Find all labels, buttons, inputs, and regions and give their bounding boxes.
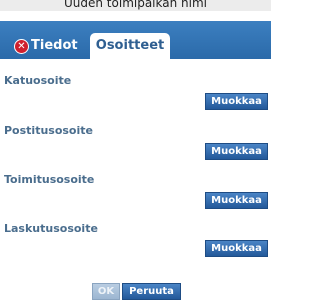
edit-katuosoite-button[interactable]: Muokkaa xyxy=(205,93,268,110)
tab-osoitteet[interactable]: Osoitteet xyxy=(90,33,170,61)
tab-tiedot[interactable]: ✕ Tiedot xyxy=(14,36,78,56)
dialog-title: Uuden toimipaikan nimi xyxy=(64,0,207,10)
dialog-titlebar: Uuden toimipaikan nimi xyxy=(0,0,271,11)
section-label-katuosoite: Katuosoite xyxy=(4,74,72,87)
section-label-toimitusosoite: Toimitusosoite xyxy=(4,173,95,186)
dialog: Uuden toimipaikan nimi ✕ Tiedot Osoittee… xyxy=(0,0,271,306)
edit-toimitusosoite-button[interactable]: Muokkaa xyxy=(205,192,268,209)
edit-laskutusosoite-button[interactable]: Muokkaa xyxy=(205,240,268,257)
tab-tiedot-label: Tiedot xyxy=(31,38,78,53)
ok-button[interactable]: OK xyxy=(92,283,120,300)
tab-osoitteet-label: Osoitteet xyxy=(95,38,165,53)
edit-postitusosoite-button[interactable]: Muokkaa xyxy=(205,143,268,160)
cancel-button[interactable]: Peruuta xyxy=(122,283,181,300)
section-label-laskutusosoite: Laskutusosoite xyxy=(4,222,98,235)
error-x-icon: ✕ xyxy=(14,38,29,54)
section-label-postitusosoite: Postitusosoite xyxy=(4,124,93,137)
